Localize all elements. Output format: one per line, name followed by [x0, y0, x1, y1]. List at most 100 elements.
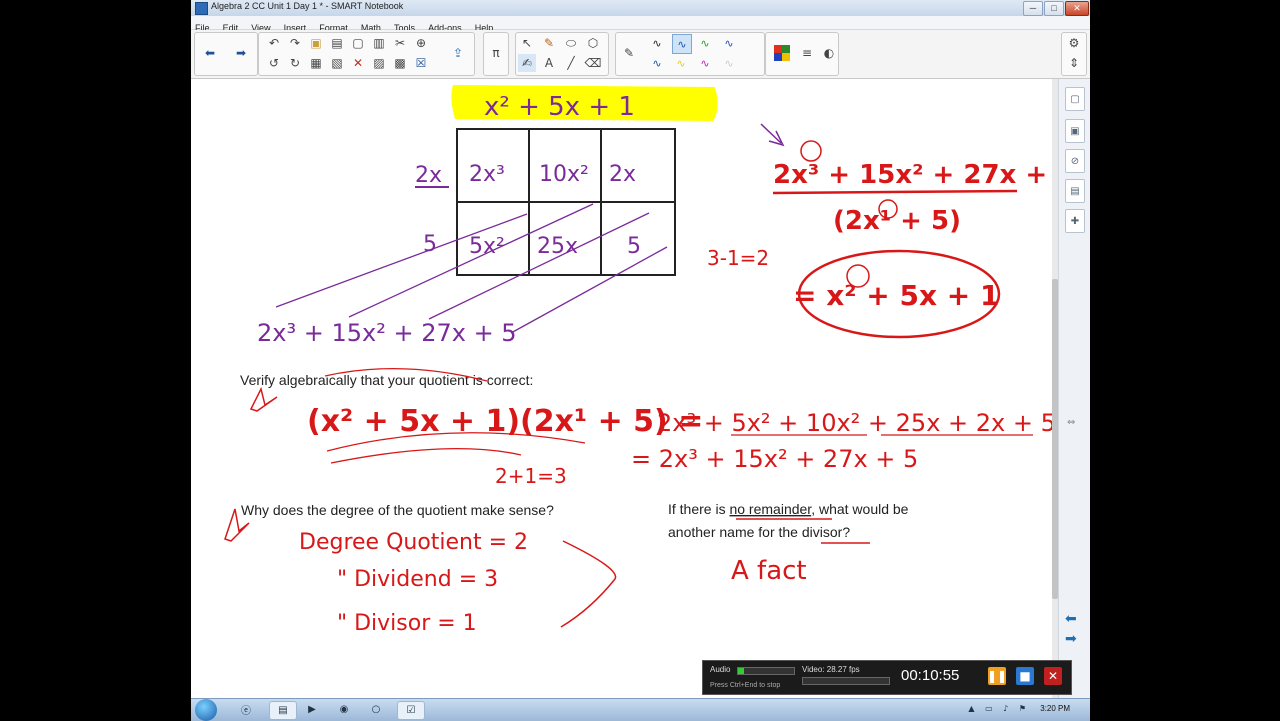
pen-green-icon[interactable]: ∿	[696, 34, 714, 52]
cell-2x3: 2x³	[469, 162, 505, 187]
magic-pen-icon[interactable]: ✎	[540, 34, 558, 52]
audio-label: Audio	[710, 665, 731, 674]
close-button[interactable]: ✕	[1065, 1, 1089, 16]
pen-blue2-icon[interactable]: ∿	[720, 34, 738, 52]
settings-gear-icon[interactable]: ⚙	[1065, 34, 1083, 52]
shape-eraser-icon[interactable]: ⌫	[584, 54, 602, 72]
recording-timer: 00:10:55	[901, 667, 960, 684]
fill-effects-icon[interactable]: ◐	[820, 44, 838, 62]
pause-button[interactable]: ❚❚	[987, 667, 1007, 685]
move-toolbar-icon[interactable]: ⇕	[1065, 54, 1083, 72]
whiteboard-canvas[interactable]: x² + 5x + 1 2x 5 2x³ 10x² 2x 5x² 25x 5 2…	[191, 79, 1074, 700]
cell-25x: 25x	[537, 234, 578, 259]
cell-2x: 2x	[609, 162, 636, 187]
redo-icon[interactable]: ↷	[286, 34, 304, 52]
line-style-icon[interactable]: ≡	[798, 44, 816, 62]
division-quotient: = x² + 5x + 1	[793, 279, 999, 312]
color-palette-icon[interactable]	[774, 45, 790, 61]
cancel-recording-button[interactable]: ✕	[1044, 667, 1062, 685]
maximize-button[interactable]: □	[1044, 1, 1064, 16]
refresh-icon[interactable]: ↺	[265, 54, 283, 72]
pen-magenta-icon[interactable]: ∿	[696, 54, 714, 72]
screen-capture-icon[interactable]: ▤	[328, 34, 346, 52]
select-tools-group: ↖ ✎ ⬭ ⬡ ✍ A ╱ ⌫	[515, 32, 609, 76]
start-orb-icon[interactable]	[195, 699, 217, 721]
resize-handle-icon[interactable]: ⇔	[1067, 417, 1075, 428]
grid-icon[interactable]: ▩	[391, 54, 409, 72]
highlighter-yellow-icon[interactable]: ∿	[672, 54, 690, 72]
pen-icon[interactable]: ✎	[620, 44, 638, 62]
ink-layer: x² + 5x + 1 2x 5 2x³ 10x² 2x 5x² 25x 5 2…	[224, 85, 1074, 636]
smart-notebook-window: Algebra 2 CC Unit 1 Day 1 * - SMART Note…	[191, 0, 1090, 720]
gallery-tab[interactable]: ▣	[1065, 119, 1085, 143]
next-page-icon[interactable]: ➡	[1065, 631, 1077, 647]
forward-arrow-icon[interactable]: ➡	[232, 44, 250, 62]
fullscreen-icon[interactable]: ☒	[412, 54, 430, 72]
math-group: π	[483, 32, 509, 76]
recorder-icon[interactable]: ○	[365, 701, 387, 718]
audio-meter	[737, 667, 795, 675]
app-icon	[195, 2, 208, 15]
cell-10x2: 10x²	[539, 162, 589, 187]
video-meter	[802, 677, 890, 685]
window-title: Algebra 2 CC Unit 1 Day 1 * - SMART Note…	[211, 1, 404, 11]
stop-button[interactable]: ■	[1016, 667, 1034, 685]
stop-hint: Press Ctrl+End to stop	[710, 682, 781, 689]
screen-shade-icon[interactable]: ▨	[370, 54, 388, 72]
page-sorter-tab[interactable]: ▢	[1065, 87, 1085, 111]
windows-taskbar: ⓔ ▤ ▶ ◉ ○ ☑ ▲ ▭ ♪ ⚑ 3:20 PM	[191, 698, 1090, 721]
reset-icon[interactable]: ↻	[286, 54, 304, 72]
ie-icon[interactable]: ⓔ	[235, 701, 257, 718]
screen-recorder-panel: Audio Video: 28.27 fps Press Ctrl+End to…	[702, 660, 1072, 695]
select-arrow-icon[interactable]: ↖	[518, 34, 536, 52]
zoom-icon[interactable]: ⊕	[412, 34, 430, 52]
previous-page-icon[interactable]: ⬅	[1065, 611, 1077, 627]
line-tool-icon[interactable]: ╱	[562, 54, 580, 72]
cut-icon[interactable]: ✂	[391, 34, 409, 52]
bracket-arrow	[560, 540, 617, 628]
row-label-5: 5	[423, 232, 437, 257]
page-icon[interactable]: ▢	[349, 34, 367, 52]
save-icon[interactable]: ▦	[307, 54, 325, 72]
minimize-button[interactable]: ─	[1023, 1, 1043, 16]
smart-notebook-taskbar-icon[interactable]: ☑	[397, 701, 425, 720]
back-arrow-icon[interactable]: ⬅	[201, 44, 219, 62]
pen-blue-icon[interactable]: ∿	[672, 34, 692, 54]
remainder-prompt-line2: another name for the divisor?	[668, 524, 850, 540]
properties-group: ≡ ◐	[765, 32, 839, 76]
nav-group: ⬅ ➡	[194, 32, 258, 76]
degree-difference: 3-1=2	[707, 246, 769, 270]
row-label-2x: 2x	[415, 163, 442, 188]
division-numerator: 2x³ + 15x² + 27x + 5	[773, 160, 1052, 190]
delete-icon[interactable]: ✕	[349, 54, 367, 72]
text-tool-icon[interactable]: A	[540, 54, 558, 72]
media-player-icon[interactable]: ▶	[301, 701, 323, 718]
explorer-icon[interactable]: ▤	[269, 701, 297, 720]
pen-thin-icon[interactable]: ∿	[648, 54, 666, 72]
pen-black-icon[interactable]: ∿	[648, 34, 666, 52]
table-icon[interactable]: ▥	[370, 34, 388, 52]
chrome-icon[interactable]: ◉	[333, 701, 355, 718]
edit-group: ↶ ↷ ▣ ▤ ▢ ▥ ✂ ⊕ ↺ ↻ ▦ ▧ ✕ ▨ ▩ ☒ ⇪	[258, 32, 475, 76]
properties-tab[interactable]: ▤	[1065, 179, 1085, 203]
pen-white-icon[interactable]: ∿	[720, 54, 738, 72]
cell-5x2: 5x²	[469, 234, 505, 259]
paste-icon[interactable]: ▧	[328, 54, 346, 72]
cell-5: 5	[627, 234, 641, 259]
side-tabs: ▢ ▣ ⊘ ▤ ✚ ⇔ ⬅ ➡	[1058, 79, 1090, 700]
attachments-tab[interactable]: ⊘	[1065, 149, 1085, 173]
eraser-icon[interactable]: ⬭	[562, 34, 580, 52]
degree-line-quotient: Degree Quotient = 2	[299, 530, 528, 555]
menu-bar: File Edit View Insert Format Math Tools …	[191, 16, 1090, 33]
open-folder-icon[interactable]: ▣	[307, 34, 325, 52]
remainder-prompt-line1: If there is no remainder, what would be	[668, 501, 909, 517]
undo-icon[interactable]: ↶	[265, 34, 283, 52]
addons-tab[interactable]: ✚	[1065, 209, 1085, 233]
top-quotient: x² + 5x + 1	[484, 92, 635, 122]
math-pi-icon[interactable]: π	[487, 44, 505, 62]
upload-icon[interactable]: ⇪	[449, 44, 467, 62]
degree-sum: 2+1=3	[495, 464, 567, 488]
fill-bucket-icon[interactable]: ⬡	[584, 34, 602, 52]
degree-line-divisor: " Divisor = 1	[337, 611, 477, 636]
creative-pen-icon[interactable]: ✍	[518, 54, 536, 72]
